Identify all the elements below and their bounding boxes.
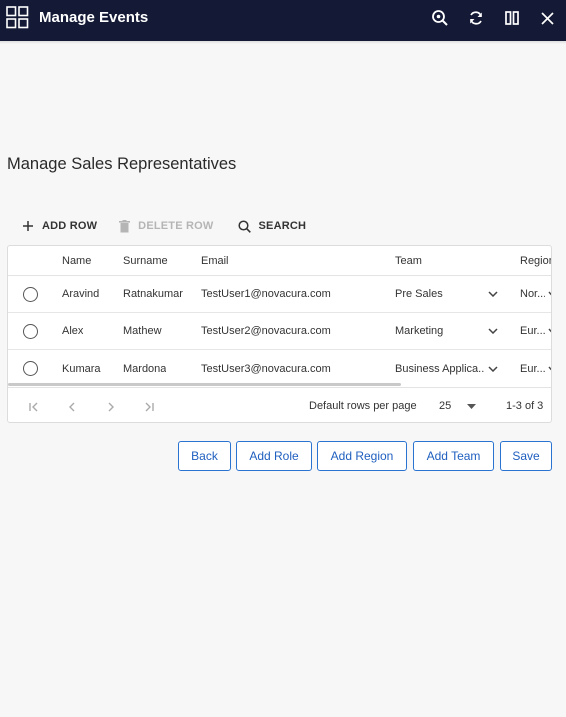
cell-team-select[interactable]: Business Applica... <box>395 350 485 387</box>
add-row-label: ADD ROW <box>42 220 98 232</box>
next-page-icon[interactable] <box>102 398 120 416</box>
delete-row-button[interactable]: DELETE ROW <box>119 219 214 233</box>
rows-per-page-select[interactable]: 25 <box>439 388 451 422</box>
column-header-surname[interactable]: Surname <box>123 246 168 275</box>
cell-region-select[interactable]: Nor... <box>520 276 545 312</box>
cell-email: TestUser3@novacura.com <box>201 362 331 375</box>
column-header-name[interactable]: Name <box>62 246 91 275</box>
title-bar: Manage Events <box>0 0 566 41</box>
row-select-radio[interactable] <box>23 313 38 349</box>
pagination-range: 1-3 of 3 <box>506 400 544 412</box>
search-icon <box>237 219 251 233</box>
sales-reps-grid: Name Surname Email Team Region Aravind R… <box>7 245 552 423</box>
table-row[interactable]: Kumara Mardona TestUser3@novacura.com Bu… <box>8 350 551 387</box>
rows-per-page-label: Default rows per page <box>309 400 417 412</box>
save-button[interactable]: Save <box>500 441 552 471</box>
cell-name: Aravind <box>62 288 100 300</box>
previous-page-icon[interactable] <box>63 398 81 416</box>
cell-email: TestUser2@novacura.com <box>201 325 331 337</box>
cell-name: Alex <box>62 325 84 337</box>
chevron-down-icon[interactable] <box>548 313 551 349</box>
zoom-search-icon[interactable] <box>429 7 451 29</box>
back-button[interactable]: Back <box>178 441 231 471</box>
plus-icon <box>23 221 33 231</box>
column-header-region[interactable]: Region <box>520 246 551 275</box>
cell-team-select[interactable]: Marketing <box>395 313 483 349</box>
add-team-button[interactable]: Add Team <box>413 441 494 471</box>
page-title: Manage Sales Representatives <box>7 155 237 173</box>
horizontal-scrollbar[interactable] <box>8 383 401 386</box>
chevron-down-icon[interactable] <box>488 276 498 312</box>
chevron-down-icon[interactable] <box>548 276 551 312</box>
add-row-button[interactable]: ADD ROW <box>22 220 97 232</box>
delete-row-label: DELETE ROW <box>138 220 214 232</box>
refresh-icon[interactable] <box>465 7 487 29</box>
chevron-down-icon[interactable] <box>488 313 498 349</box>
grid-header: Name Surname Email Team Region <box>8 246 551 276</box>
cell-email: TestUser1@novacura.com <box>201 288 331 300</box>
row-select-radio[interactable] <box>23 350 38 387</box>
grid-toolbar: ADD ROW DELETE ROW SEARCH <box>22 216 306 236</box>
last-page-icon[interactable] <box>140 398 158 416</box>
add-role-button[interactable]: Add Role <box>236 441 312 471</box>
table-row[interactable]: Aravind Ratnakumar TestUser1@novacura.co… <box>8 276 551 313</box>
add-region-button[interactable]: Add Region <box>317 441 407 471</box>
chevron-down-icon[interactable] <box>488 350 498 387</box>
cell-surname: Mathew <box>123 325 162 337</box>
table-row[interactable]: Alex Mathew TestUser2@novacura.com Marke… <box>8 313 551 350</box>
caret-down-icon[interactable] <box>467 388 476 422</box>
chevron-down-icon[interactable] <box>548 350 551 387</box>
search-label: SEARCH <box>258 220 307 232</box>
cell-region-select[interactable]: Eur... <box>520 313 545 349</box>
cell-region-select[interactable]: Eur... <box>520 350 545 387</box>
row-select-radio[interactable] <box>23 276 38 312</box>
cell-surname: Ratnakumar <box>123 288 183 300</box>
first-page-icon[interactable] <box>25 398 43 416</box>
cell-name: Kumara <box>62 362 101 375</box>
column-header-team[interactable]: Team <box>395 246 422 275</box>
cell-surname: Mardona <box>123 362 167 375</box>
grid-icon[interactable] <box>6 6 29 29</box>
split-view-icon[interactable] <box>501 7 523 29</box>
pagination-bar: Default rows per page 25 1-3 of 3 <box>8 387 551 422</box>
search-button[interactable]: SEARCH <box>237 219 307 233</box>
close-icon[interactable] <box>536 7 558 29</box>
window-title: Manage Events <box>39 9 149 26</box>
titlebar-shadow <box>0 41 566 44</box>
column-header-email[interactable]: Email <box>201 246 229 275</box>
trash-icon <box>119 219 131 232</box>
cell-team-select[interactable]: Pre Sales <box>395 276 483 312</box>
